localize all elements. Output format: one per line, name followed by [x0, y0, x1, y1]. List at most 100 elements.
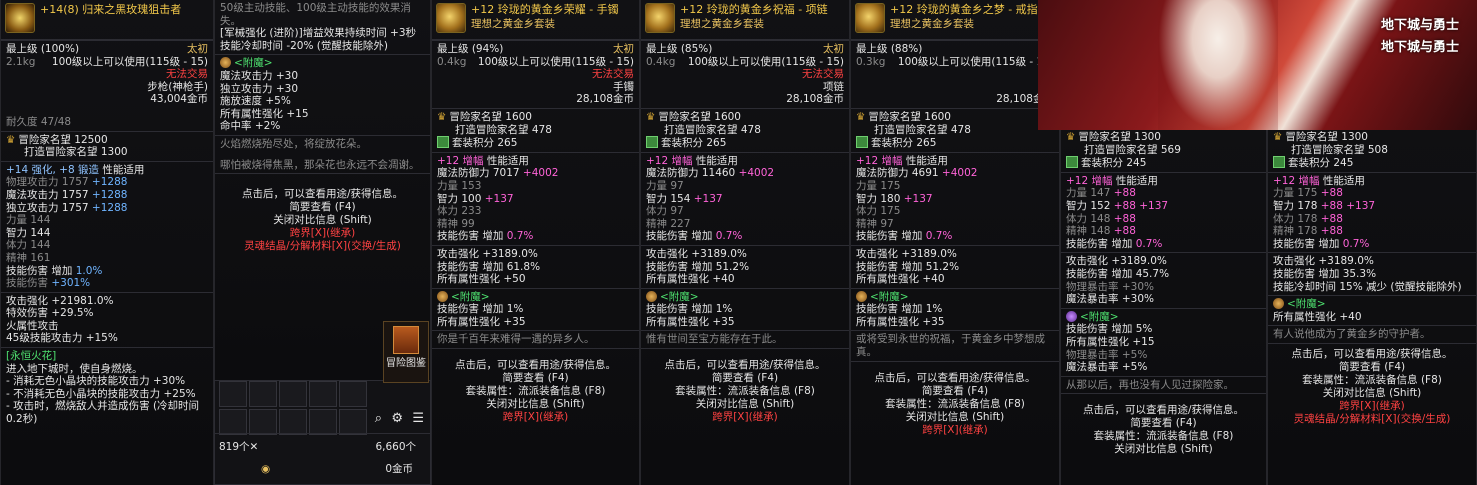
skill-val: 0.7%: [1342, 237, 1370, 250]
soul-crystal[interactable]: 灵魂结晶/分解材料[X](交换/生成): [220, 240, 425, 253]
base-str: 力量 153: [437, 179, 482, 192]
gold-amount: 0金币: [385, 463, 413, 475]
footer-set[interactable]: 套装属性：流派装备信息 (F8): [856, 398, 1054, 411]
skill-label: 技能伤害 增加: [437, 230, 507, 243]
acc5-set-score: 套装积分 245: [1288, 157, 1354, 170]
stat-int: 智力 144: [6, 226, 51, 239]
brief-view[interactable]: 简要查看 (F4): [220, 201, 425, 214]
necklace-weight: 0.4kg: [646, 55, 676, 68]
footer-compare[interactable]: 关闭对比信息 (Shift): [1273, 387, 1471, 400]
footer-cross[interactable]: 跨界[X](继承): [437, 411, 634, 424]
bracelet-price: 28,108金币: [576, 93, 634, 106]
acc5-flavor: 有人说他成为了黄金乡的守护者。: [1273, 328, 1431, 341]
footer-brief[interactable]: 简要查看 (F4): [1066, 417, 1261, 430]
footer-compare[interactable]: 关闭对比信息 (Shift): [646, 398, 844, 411]
ench-d-val: +5%: [1121, 361, 1148, 374]
footer-set[interactable]: 套装属性：流派装备信息 (F8): [437, 385, 634, 398]
inv-slot[interactable]: [249, 409, 277, 435]
fame-wing-icon: ♛: [437, 110, 447, 123]
acc4-set-score: 套装积分 245: [1081, 157, 1147, 170]
footer-brief[interactable]: 简要查看 (F4): [437, 372, 634, 385]
footer-brief[interactable]: 简要查看 (F4): [646, 372, 844, 385]
sword-icon: ✕: [249, 441, 259, 453]
ring-level: 最上级 (88%): [856, 43, 923, 55]
special-label: 特效伤害: [6, 307, 52, 320]
footer-compare[interactable]: 关闭对比信息 (Shift): [1066, 443, 1261, 456]
ring-fame-forge: 打造冒险家名望 478: [874, 123, 971, 136]
skill-line-2: [军械强化 (进阶)]增益效果持续时间 +3秒: [220, 27, 417, 40]
base-str: 力量 147: [1066, 187, 1114, 200]
footer-cross[interactable]: 跨界[X](继承): [646, 411, 844, 424]
inv-slot[interactable]: [219, 409, 247, 435]
ench-a-val: 1%: [506, 303, 524, 316]
weapon-tooltip: +14(8) 归来之黑玫瑰狙击者 最上级 (100%) 太初 2.1kg 100级以…: [0, 0, 214, 485]
necklace-flavor: 惟有世间至宝方能存在于此。: [646, 333, 783, 346]
enchant-icon: [1066, 310, 1077, 322]
currency-count-1: 819个: [219, 441, 250, 453]
enh-suffix: 性能适用: [99, 163, 145, 176]
weapon-fame-forge: 打造冒险家名望 1300: [24, 146, 128, 159]
ench-b-val: +15: [1132, 335, 1155, 348]
base-vit: 体力 175: [856, 205, 901, 218]
footer-compare[interactable]: 关闭对比信息 (Shift): [856, 411, 1054, 424]
set-icon: [646, 136, 658, 149]
base-str: 力量 175: [856, 179, 901, 192]
necklace-tooltip: +12 玲珑的黄金乡祝福 - 项链 理想之黄金乡套装 最上级 (85%) 太初 0.…: [640, 0, 850, 485]
fame-wing-icon: ♛: [646, 110, 656, 123]
acc4-fame: 冒险家名望 1300: [1078, 131, 1161, 143]
stat-ind: 独立攻击力 1757: [6, 201, 89, 214]
amp-suffix: 性能适用: [483, 154, 529, 167]
list-icon[interactable]: ☰: [412, 411, 424, 426]
amp-suffix: 性能适用: [1319, 174, 1365, 187]
atk-line: 攻击强化 +3189.0%: [1273, 255, 1374, 268]
footer-brief[interactable]: 简要查看 (F4): [856, 385, 1054, 398]
ench-a-val: 1%: [925, 303, 943, 316]
necklace-name: +12 玲珑的黄金乡祝福 - 项链: [680, 3, 828, 16]
footer-soul[interactable]: 灵魂结晶/分解材料[X](交换/生成): [1273, 413, 1471, 426]
enchant-icon: [856, 290, 867, 302]
skill2-val: 35.3%: [1342, 267, 1377, 280]
footer-click: 点击后，可以查看用途/获得信息。: [874, 371, 1036, 384]
inv-slot[interactable]: [279, 409, 307, 435]
inv-slot[interactable]: [249, 381, 277, 407]
footer-cross[interactable]: 跨界[X](继承): [1273, 400, 1471, 413]
atk-line: 攻击强化 +3189.0%: [646, 247, 747, 260]
footer-set[interactable]: 套装属性：流派装备信息 (F8): [1273, 374, 1471, 387]
inv-slot[interactable]: [339, 381, 367, 407]
search-icon[interactable]: ⌕: [375, 411, 382, 426]
necklace-use: 100级以上可以使用(115级 - 15): [687, 55, 844, 68]
enchant-title: <附魔>: [1080, 310, 1119, 323]
skill2-label: 技能伤害 增加: [1273, 267, 1343, 280]
footer-set[interactable]: 套装属性：流派装备信息 (F8): [1066, 430, 1261, 443]
base-int-bonus: +137: [484, 192, 514, 205]
cross-inherit[interactable]: 跨界[X](继承): [220, 227, 425, 240]
ench-3-label: 施放速度: [220, 95, 266, 108]
ring-weight: 0.3kg: [856, 55, 886, 68]
footer-cross[interactable]: 跨界[X](继承): [856, 424, 1054, 437]
ench-b-label: 所有属性强化: [646, 315, 713, 328]
compare-toggle[interactable]: 关闭对比信息 (Shift): [220, 214, 425, 227]
ench-3-val: +5%: [265, 95, 291, 108]
inv-slot[interactable]: [219, 381, 247, 407]
acc5-fame: 冒险家名望 1300: [1285, 131, 1368, 143]
skill2-val: 51.2%: [715, 260, 750, 273]
skill2-val: 51.2%: [925, 260, 960, 273]
gear-icon[interactable]: ⚙: [391, 411, 403, 426]
ench-b-label: 所有属性强化: [856, 315, 923, 328]
footer-compare[interactable]: 关闭对比信息 (Shift): [437, 398, 634, 411]
footer-set[interactable]: 套装属性：流派装备信息 (F8): [646, 385, 844, 398]
inv-slot[interactable]: [309, 409, 337, 435]
necklace-level: 最上级 (85%): [646, 43, 713, 55]
inv-slot[interactable]: [309, 381, 337, 407]
click-info: 点击后，可以查看用途/获得信息。: [241, 188, 404, 201]
weapon-use: 100级以上可以使用(115级 - 15): [51, 55, 208, 68]
footer-click: 点击后，可以查看用途/获得信息。: [1082, 404, 1245, 417]
footer-brief[interactable]: 简要查看 (F4): [1273, 361, 1471, 374]
enchant-title: <附魔>: [1287, 298, 1326, 311]
ench-b-val: +35: [712, 315, 735, 328]
inv-slot[interactable]: [279, 381, 307, 407]
inv-slot[interactable]: [339, 409, 367, 435]
ench-b-label: 所有属性强化: [1066, 335, 1133, 348]
weapon-type: 步枪(神枪手): [147, 80, 208, 93]
album-button[interactable]: 冒险图鉴: [383, 321, 429, 383]
